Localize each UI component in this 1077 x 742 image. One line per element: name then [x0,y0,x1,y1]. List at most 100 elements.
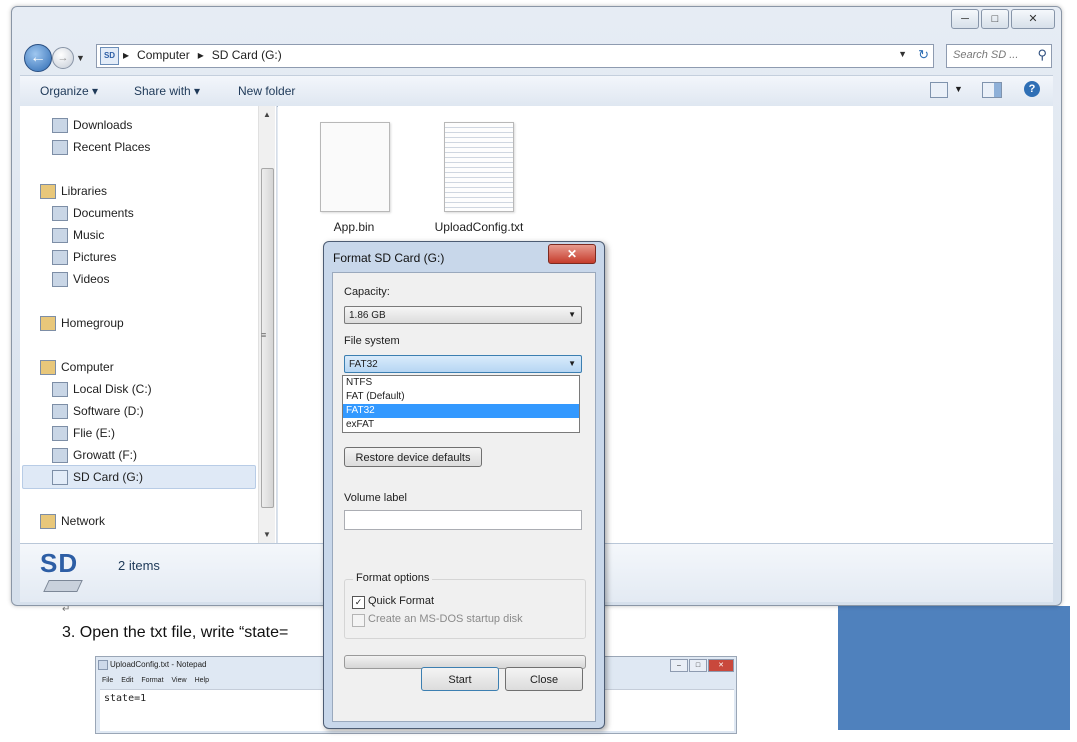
help-icon[interactable]: ? [1024,81,1040,97]
menu-view[interactable]: View [172,677,187,684]
menu-format[interactable]: Format [141,677,163,684]
notepad-app-icon [98,660,108,670]
volume-label-label: Volume label [344,492,407,504]
items-count: 2 items [118,558,160,573]
restore-defaults-button[interactable]: Restore device defaults [344,447,482,467]
sidebar-item-label: Growatt (F:) [73,448,138,462]
search-input[interactable]: Search SD ... ⚲ [946,44,1052,68]
breadcrumb-sd-card[interactable]: SD Card (G:) [212,48,282,62]
capacity-value: 1.86 GB [349,310,386,321]
notepad-menu-bar: File Edit Format View Help [102,677,209,684]
msdos-startup-label: Create an MS-DOS startup disk [368,613,523,625]
file-system-select[interactable]: FAT32 ▼ [344,355,582,373]
quick-format-checkbox[interactable]: ✓ [352,596,365,609]
format-options-group: Format options ✓ Quick Format Create an … [344,572,586,639]
sd-card-icon: SD [100,47,119,65]
breadcrumb: ▸ Computer ▸ SD Card (G:) [123,48,282,62]
drive-icon [52,426,68,441]
close-icon[interactable]: ✕ [548,244,596,264]
search-placeholder: Search SD ... [953,49,1019,61]
bin-file-icon [320,122,390,212]
file-system-option-exfat[interactable]: exFAT [343,418,579,432]
search-icon[interactable]: ⚲ [1037,47,1047,63]
view-dropdown-icon[interactable]: ▼ [954,84,963,94]
sidebar-item-label: Documents [73,206,134,220]
drive-icon [52,448,68,463]
close-icon[interactable]: ✕ [708,659,734,672]
menu-edit[interactable]: Edit [121,677,133,684]
sidebar-item-label: Homegroup [61,316,124,330]
history-dropdown-icon[interactable]: ▼ [76,53,85,63]
scroll-down-icon[interactable]: ▼ [259,530,275,539]
computer-icon [40,360,56,375]
dialog-body: Capacity: 1.86 GB ▼ File system FAT32 ▼ … [332,272,596,722]
start-button[interactable]: Start [421,667,499,691]
capacity-select[interactable]: 1.86 GB ▼ [344,306,582,324]
file-system-options-list: NTFS FAT (Default) FAT32 exFAT [342,375,580,433]
preview-pane-icon[interactable] [982,82,1002,98]
menu-help[interactable]: Help [195,677,209,684]
sidebar-item-label: Videos [73,272,110,286]
videos-icon [52,272,68,287]
file-item-uploadconfig-txt[interactable]: UploadConfig.txt [424,122,534,234]
scroll-up-icon[interactable]: ▲ [259,110,275,119]
organize-button[interactable]: Organize ▾ [40,84,98,98]
sd-logo-text: SD [40,548,79,578]
share-with-button[interactable]: Share with ▾ [134,84,200,98]
notepad-window-controls: – □ ✕ [669,659,734,672]
network-icon [40,514,56,529]
close-icon[interactable]: ✕ [1011,9,1055,29]
downloads-icon [52,118,68,133]
sidebar-item-label: Network [61,514,106,528]
minimize-icon[interactable]: ─ [951,9,979,29]
maximize-icon[interactable]: □ [981,9,1009,29]
file-name: App.bin [333,220,375,234]
sd-card-shape [43,580,83,592]
new-folder-button[interactable]: New folder [238,84,295,98]
maximize-icon[interactable]: □ [689,659,707,672]
breadcrumb-computer[interactable]: Computer [137,48,190,62]
menu-file[interactable]: File [102,677,113,684]
document-blue-panel [838,606,1070,730]
quick-format-label: Quick Format [368,595,435,607]
file-system-value: FAT32 [349,359,378,370]
local-disk-icon [52,382,68,397]
sidebar-item-label: Pictures [73,250,117,264]
file-system-option-fat32[interactable]: FAT32 [343,404,579,418]
sidebar-item-label: Downloads [73,118,133,132]
minimize-icon[interactable]: – [670,659,688,672]
sidebar-item-label: SD Card (G:) [73,470,144,484]
recent-places-icon [52,140,68,155]
pictures-icon [52,250,68,265]
address-dropdown-icon[interactable]: ▼ [898,49,907,59]
drive-icon [52,404,68,419]
navigation-pane: Downloads Recent Places Libraries Documents… [20,106,277,543]
capacity-label: Capacity: [344,286,390,298]
msdos-startup-checkbox[interactable] [352,614,365,627]
sd-card-icon: SD [40,548,92,594]
file-system-label: File system [344,335,400,347]
breadcrumb-separator-icon[interactable]: ▸ [123,48,129,62]
music-icon [52,228,68,243]
back-arrow-icon[interactable]: ← [24,44,52,72]
nav-scrollbar[interactable]: ▲ ≡ ▼ [258,106,275,543]
step-instruction-text: 3. Open the txt file, write “state= [62,624,289,641]
text-file-icon [444,122,514,212]
file-system-option-ntfs[interactable]: NTFS [343,376,579,390]
refresh-icon[interactable]: ↻ [918,47,929,63]
change-view-icon[interactable] [930,82,948,98]
address-bar[interactable]: SD ▸ Computer ▸ SD Card (G:) ▼ ↻ [96,44,934,68]
file-system-option-fat-default[interactable]: FAT (Default) [343,390,579,404]
sidebar-item-label: Computer [61,360,114,374]
sidebar-item-label: Recent Places [73,140,151,154]
chevron-down-icon: ▼ [568,359,576,368]
forward-arrow-icon[interactable]: → [52,47,74,69]
format-options-label: Format options [353,572,433,584]
sidebar-item-label: Local Disk (C:) [73,382,152,396]
breadcrumb-separator-icon[interactable]: ▸ [198,48,204,62]
volume-label-input[interactable] [344,510,582,530]
file-item-app-bin[interactable]: App.bin [312,122,396,234]
scrollbar-grip-icon: ≡ [261,330,267,340]
file-name: UploadConfig.txt [434,220,524,234]
close-button[interactable]: Close [505,667,583,691]
